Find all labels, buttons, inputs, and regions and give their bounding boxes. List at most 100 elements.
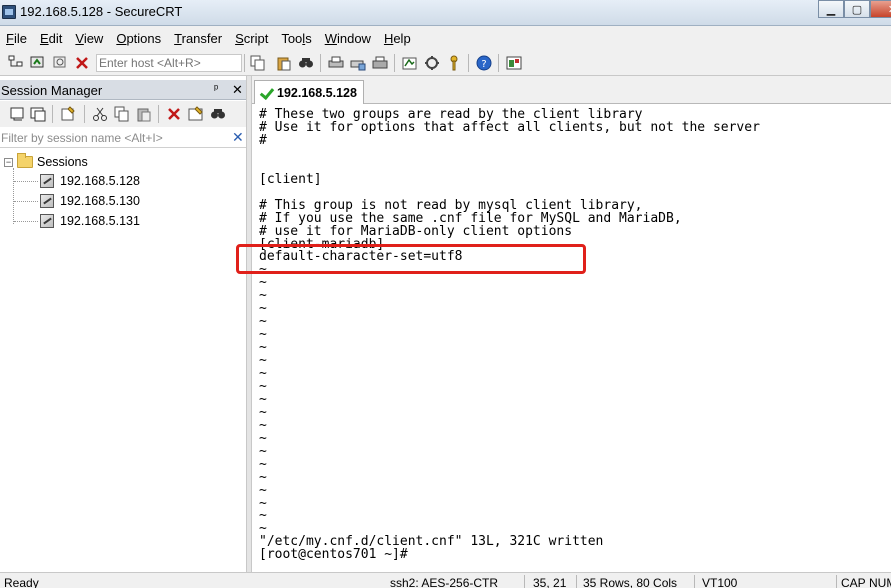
toolbar-separator: [394, 54, 395, 72]
session-icon: [40, 194, 54, 208]
folder-icon: [17, 153, 33, 168]
status-cipher: ssh2: AES-256-CTR: [390, 576, 499, 588]
copy-session-icon[interactable]: [114, 106, 130, 122]
tab-192-168-5-128[interactable]: 192.168.5.128: [254, 80, 364, 104]
terminal-line: ~: [259, 378, 267, 394]
terminal-screen[interactable]: # These two groups are read by the clien…: [252, 105, 891, 572]
toolbar-separator: [498, 54, 499, 72]
connect-icon[interactable]: [30, 55, 46, 71]
window-controls: ▁ ▢ ✕: [818, 0, 891, 18]
svg-text:?: ?: [481, 59, 486, 70]
session-manager-title: Session Manager: [1, 83, 103, 98]
status-divider: [836, 575, 837, 588]
copy-icon[interactable]: [250, 55, 266, 71]
global-options-icon[interactable]: [424, 55, 440, 71]
session-filter-field[interactable]: Filter by session name <Alt+I> ✕: [0, 128, 246, 148]
sessions-folder-label: Sessions: [37, 155, 88, 169]
terminal-line: ~: [259, 430, 267, 446]
connect-session-icon[interactable]: [10, 106, 26, 122]
help-icon[interactable]: ?: [476, 55, 492, 71]
session-label: 192.168.5.130: [60, 194, 140, 208]
printer-icon[interactable]: [372, 55, 388, 71]
session-manager-toolbar: [0, 101, 246, 127]
status-divider: [524, 575, 525, 588]
menu-script[interactable]: Script: [235, 31, 268, 46]
about-icon[interactable]: [506, 55, 522, 71]
find-icon[interactable]: [298, 55, 314, 71]
sessions-folder[interactable]: − Sessions: [4, 153, 88, 171]
maximize-button[interactable]: ▢: [844, 0, 870, 18]
terminal-line: ~: [259, 443, 267, 459]
terminal-line: ~: [259, 417, 267, 433]
title-bar: 192.168.5.128 - SecureCRT ▁ ▢ ✕: [0, 0, 891, 26]
session-item-192-168-5-131[interactable]: 192.168.5.131: [40, 212, 140, 230]
session-tree-icon[interactable]: [8, 55, 24, 71]
securecrt-app-icon[interactable]: [2, 5, 16, 19]
terminal-line: [root@centos701 ~]#: [259, 547, 408, 563]
delete-icon[interactable]: [166, 106, 182, 122]
session-item-192-168-5-130[interactable]: 192.168.5.130: [40, 192, 140, 210]
session-manager-close-icon[interactable]: ✕: [232, 82, 243, 98]
menu-transfer[interactable]: Transfer: [174, 31, 222, 46]
connect-tab-icon[interactable]: [30, 106, 46, 122]
toolbar-separator: [244, 54, 245, 72]
tab-label: 192.168.5.128: [277, 85, 357, 100]
terminal-line: ~: [259, 456, 267, 472]
menu-file[interactable]: File: [6, 31, 27, 46]
collapse-expander-icon[interactable]: −: [4, 157, 13, 167]
reconnect-icon[interactable]: [52, 55, 68, 71]
status-divider: [576, 575, 577, 588]
highlight-annotation: [236, 244, 586, 274]
terminal-line: ~: [259, 482, 267, 498]
tree-connector: [14, 201, 38, 202]
toolbar-separator: [52, 105, 53, 123]
terminal-line: # If you use the same .cnf file for MySQ…: [259, 210, 682, 226]
find-session-icon[interactable]: [210, 106, 226, 122]
menu-view[interactable]: View: [75, 31, 103, 46]
properties-icon[interactable]: [188, 106, 204, 122]
enter-host-input[interactable]: [96, 54, 242, 72]
paste-icon[interactable]: [276, 55, 292, 71]
main-toolbar: ?: [0, 50, 891, 76]
terminal-line: #: [259, 132, 267, 148]
menu-options[interactable]: Options: [116, 31, 161, 46]
session-filter-placeholder: Filter by session name <Alt+I>: [1, 131, 163, 145]
new-session-icon[interactable]: [60, 106, 76, 122]
pin-icon[interactable]: ᵖ: [214, 83, 218, 95]
session-tree: − Sessions 192.168.5.128 192.168.5.130 1…: [0, 150, 246, 572]
terminal-line: # Use it for options that affect all cli…: [259, 119, 760, 135]
cut-icon[interactable]: [92, 106, 108, 122]
clear-filter-icon[interactable]: ✕: [232, 129, 244, 146]
menu-tools[interactable]: Tools: [281, 31, 311, 46]
paste-session-icon[interactable]: [136, 106, 152, 122]
session-manager-header: Session Manager ᵖ ✕: [0, 80, 246, 100]
window-title: 192.168.5.128 - SecureCRT: [20, 4, 183, 19]
status-caps-lock: CAP: [841, 576, 866, 588]
menu-window[interactable]: Window: [325, 31, 371, 46]
session-options-icon[interactable]: [402, 55, 418, 71]
menu-help[interactable]: Help: [384, 31, 411, 46]
menu-edit[interactable]: Edit: [40, 31, 62, 46]
minimize-button[interactable]: ▁: [818, 0, 844, 18]
session-tab-strip: 192.168.5.128: [252, 76, 891, 104]
disconnect-icon[interactable]: [74, 55, 90, 71]
close-button[interactable]: ✕: [870, 0, 891, 18]
print-icon[interactable]: [328, 55, 344, 71]
terminal-line: ~: [259, 469, 267, 485]
terminal-line: # use it for MariaDB-only client options: [259, 223, 573, 239]
session-item-192-168-5-128[interactable]: 192.168.5.128: [40, 172, 140, 190]
tree-connector: [13, 168, 14, 224]
terminal-line: ~: [259, 391, 267, 407]
status-rows-cols: 35 Rows, 80 Cols: [583, 576, 678, 588]
status-divider: [694, 575, 695, 588]
status-cursor-position: 35, 21: [533, 576, 567, 588]
status-bar: Ready ssh2: AES-256-CTR 35, 21 35 Rows, …: [0, 572, 891, 588]
key-icon[interactable]: [446, 55, 462, 71]
terminal-line: ~: [259, 404, 267, 420]
tree-connector: [14, 221, 38, 222]
menu-bar: File Edit View Options Transfer Script T…: [0, 26, 891, 50]
print-setup-icon[interactable]: [350, 55, 366, 71]
tree-connector: [14, 181, 38, 182]
status-num-lock: NUM: [869, 576, 891, 588]
session-icon: [40, 214, 54, 228]
